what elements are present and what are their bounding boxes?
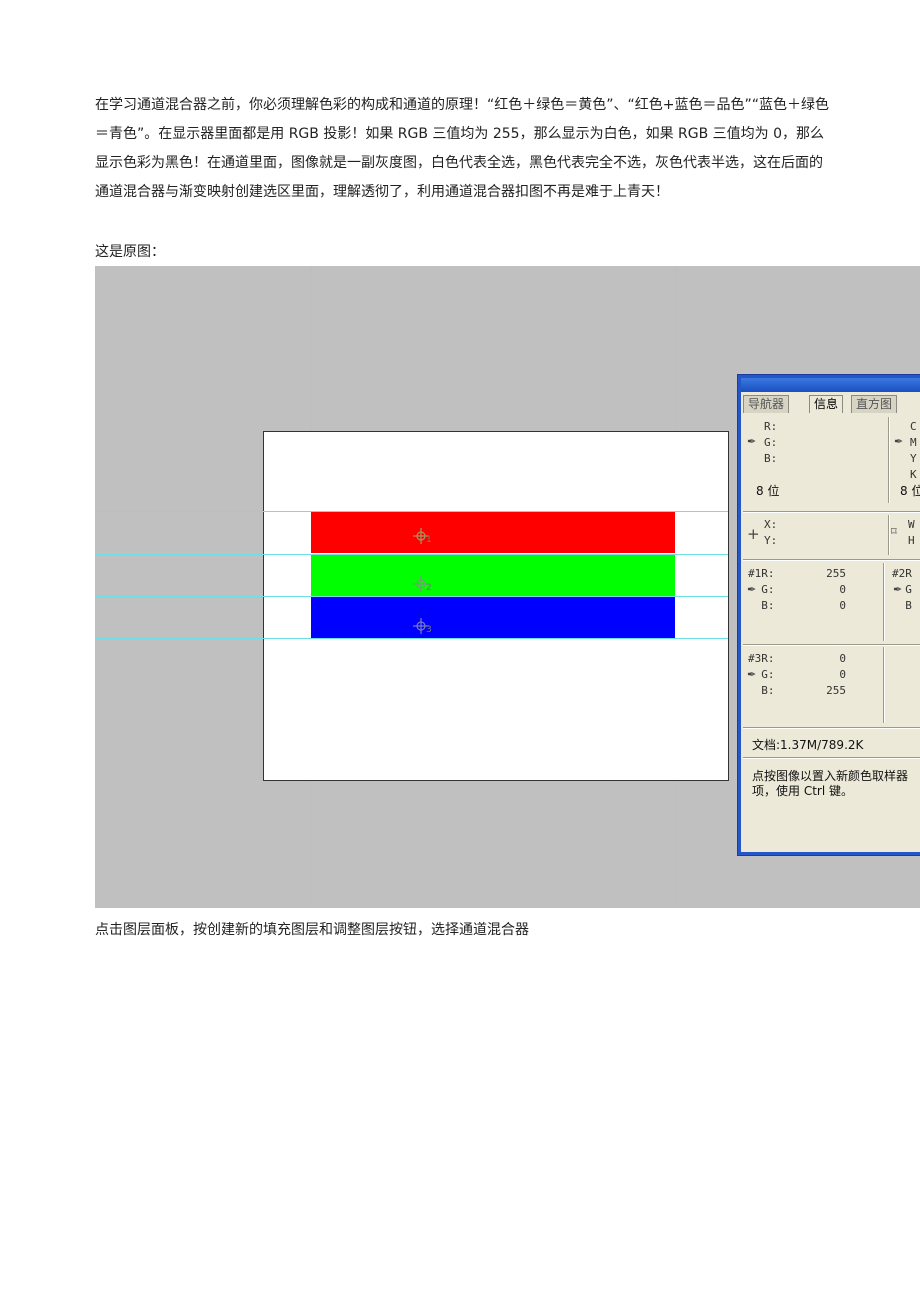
divider	[743, 757, 920, 759]
bit-depth-left: 8 位	[756, 484, 780, 498]
color-sampler-3[interactable]: 3	[412, 617, 432, 635]
cmyk-labels: C M Y K	[910, 420, 917, 481]
eyedropper-icon[interactable]: ✒	[747, 668, 756, 681]
guide-horizontal-1	[95, 511, 728, 512]
divider	[888, 515, 890, 555]
photoshop-screenshot: 1 2 3 导航器 信息 直方图 R: G: B: ✒ C M Y K ✒ 8 …	[95, 266, 920, 908]
selection-size-icon: ⌑	[891, 525, 897, 538]
guide-horizontal-4	[95, 638, 728, 639]
sampler-number: 1	[426, 535, 432, 545]
document-size: 文档:1.37M/789.2K	[752, 738, 864, 752]
hint-line-1: 点按图像以置入新颜色取样器	[752, 769, 909, 783]
eyedropper-icon[interactable]: ✒	[893, 583, 902, 596]
guide-horizontal-3	[95, 596, 728, 597]
sampler-1-values: 255 0 0	[826, 567, 846, 612]
divider	[743, 727, 920, 729]
hint-line-2: 项，使用 Ctrl 键。	[752, 784, 853, 798]
green-bar	[311, 554, 675, 596]
divider	[743, 644, 920, 646]
wh-labels: W H	[908, 518, 915, 547]
divider	[883, 563, 885, 641]
sampler-number: 2	[426, 583, 432, 593]
blue-bar	[311, 597, 675, 639]
color-sampler-2[interactable]: 2	[412, 575, 432, 593]
guide-horizontal-2	[95, 554, 728, 555]
red-bar	[311, 511, 675, 553]
sampler-3-values: 0 0 255	[826, 652, 846, 697]
panel-titlebar[interactable]	[741, 378, 920, 392]
divider	[888, 417, 890, 503]
next-step-caption: 点击图层面板，按创建新的填充图层和调整图层按钮，选择通道混合器	[95, 922, 529, 938]
tab-info[interactable]: 信息	[809, 395, 844, 413]
original-image-caption: 这是原图：	[95, 244, 165, 260]
divider	[743, 511, 920, 513]
eyedropper-icon[interactable]: ✒	[747, 435, 756, 448]
bit-depth-right: 8 位	[900, 484, 920, 498]
sampler-number: 3	[426, 625, 432, 635]
tab-navigator[interactable]: 导航器	[743, 395, 790, 413]
rgb-labels: R: G: B:	[764, 420, 778, 465]
divider	[743, 559, 920, 561]
eyedropper-icon[interactable]: ✒	[747, 583, 756, 596]
divider	[883, 647, 885, 723]
xy-labels: X: Y:	[764, 518, 778, 547]
color-sampler-1[interactable]: 1	[412, 527, 432, 545]
tab-histogram[interactable]: 直方图	[851, 395, 898, 413]
info-panel: 导航器 信息 直方图 R: G: B: ✒ C M Y K ✒ 8 位 8 位 …	[737, 374, 920, 856]
intro-paragraph: 在学习通道混合器之前，你必须理解色彩的构成和通道的原理！“红色＋绿色＝黄色”、“…	[95, 97, 829, 200]
eyedropper-icon[interactable]: ✒	[894, 435, 903, 448]
crosshair-icon: +	[747, 525, 760, 543]
